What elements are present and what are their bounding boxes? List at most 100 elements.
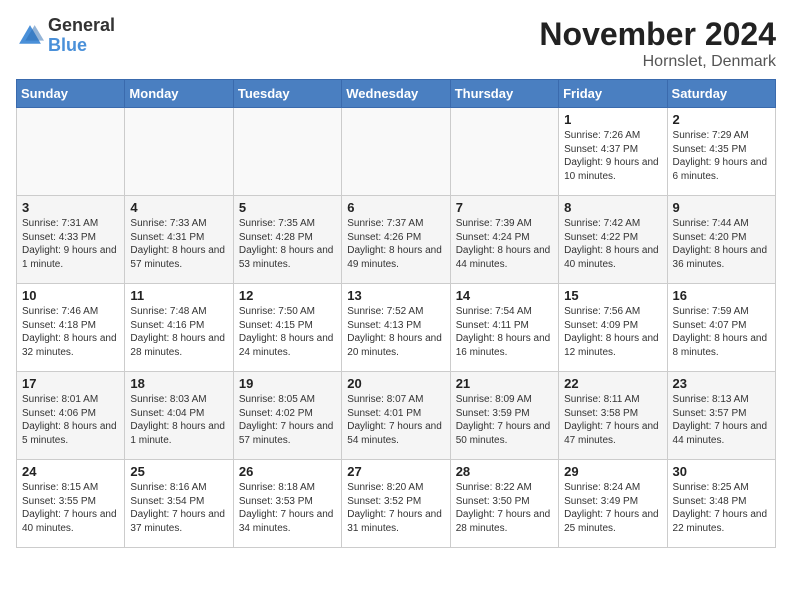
day-cell: 2Sunrise: 7:29 AM Sunset: 4:35 PM Daylig… (667, 108, 775, 196)
day-number: 21 (456, 376, 553, 391)
day-info: Sunrise: 8:25 AM Sunset: 3:48 PM Dayligh… (673, 481, 770, 535)
day-info: Sunrise: 7:35 AM Sunset: 4:28 PM Dayligh… (239, 217, 336, 271)
logo-text: General Blue (48, 16, 115, 56)
weekday-header-wednesday: Wednesday (342, 80, 450, 108)
day-number: 3 (22, 200, 119, 215)
day-number: 15 (564, 288, 661, 303)
day-number: 23 (673, 376, 770, 391)
day-cell: 28 Sunrise: 8:22 AM Sunset: 3:50 PM Dayli… (450, 460, 558, 548)
day-info: Sunrise: 7:56 AM Sunset: 4:09 PM Dayligh… (564, 305, 661, 359)
logo-icon (16, 22, 44, 50)
day-number: 9 (673, 200, 770, 215)
day-cell: 16 Sunrise: 7:59 AM Sunset: 4:07 PM Dayli… (667, 284, 775, 372)
day-info: Sunrise: 8:11 AM Sunset: 3:58 PM Dayligh… (564, 393, 661, 447)
day-info: Sunrise: 8:09 AM Sunset: 3:59 PM Dayligh… (456, 393, 553, 447)
day-number: 14 (456, 288, 553, 303)
day-cell: 26 Sunrise: 8:18 AM Sunset: 3:53 PM Dayli… (233, 460, 341, 548)
day-info: Sunrise: 8:15 AM Sunset: 3:55 PM Dayligh… (22, 481, 119, 535)
day-cell (342, 108, 450, 196)
day-cell: 11 Sunrise: 7:48 AM Sunset: 4:16 PM Dayli… (125, 284, 233, 372)
day-info: Sunrise: 8:05 AM Sunset: 4:02 PM Dayligh… (239, 393, 336, 447)
day-cell (125, 108, 233, 196)
day-number: 16 (673, 288, 770, 303)
day-cell (17, 108, 125, 196)
day-info: Sunrise: 7:39 AM Sunset: 4:24 PM Dayligh… (456, 217, 553, 271)
day-cell: 18 Sunrise: 8:03 AM Sunset: 4:04 PM Dayli… (125, 372, 233, 460)
day-cell: 1 Sunrise: 7:26 AM Sunset: 4:37 PM Daylig… (559, 108, 667, 196)
day-number: 7 (456, 200, 553, 215)
header-row: SundayMondayTuesdayWednesdayThursdayFrid… (17, 80, 776, 108)
day-info: Sunrise: 7:33 AM Sunset: 4:31 PM Dayligh… (130, 217, 227, 271)
day-cell: 17 Sunrise: 8:01 AM Sunset: 4:06 PM Dayli… (17, 372, 125, 460)
day-cell: 13Sunrise: 7:52 AM Sunset: 4:13 PM Dayli… (342, 284, 450, 372)
day-number: 19 (239, 376, 336, 391)
day-number: 8 (564, 200, 661, 215)
day-info: Sunrise: 8:16 AM Sunset: 3:54 PM Dayligh… (130, 481, 227, 535)
weekday-header-tuesday: Tuesday (233, 80, 341, 108)
day-cell: 4Sunrise: 7:33 AM Sunset: 4:31 PM Daylig… (125, 196, 233, 284)
day-number: 17 (22, 376, 119, 391)
day-number: 10 (22, 288, 119, 303)
location: Hornslet, Denmark (539, 53, 776, 71)
day-info: Sunrise: 7:52 AM Sunset: 4:13 PM Dayligh… (347, 305, 444, 359)
day-cell: 21 Sunrise: 8:09 AM Sunset: 3:59 PM Dayli… (450, 372, 558, 460)
day-info: Sunrise: 7:37 AM Sunset: 4:26 PM Dayligh… (347, 217, 444, 271)
day-cell: 12 Sunrise: 7:50 AM Sunset: 4:15 PM Dayli… (233, 284, 341, 372)
day-cell: 5 Sunrise: 7:35 AM Sunset: 4:28 PM Daylig… (233, 196, 341, 284)
weekday-header-sunday: Sunday (17, 80, 125, 108)
logo-blue: Blue (48, 35, 87, 55)
day-cell: 8 Sunrise: 7:42 AM Sunset: 4:22 PM Daylig… (559, 196, 667, 284)
day-number: 2 (673, 112, 770, 127)
day-number: 5 (239, 200, 336, 215)
week-row-1: 1 Sunrise: 7:26 AM Sunset: 4:37 PM Daylig… (17, 108, 776, 196)
day-info: Sunrise: 7:54 AM Sunset: 4:11 PM Dayligh… (456, 305, 553, 359)
day-info: Sunrise: 7:42 AM Sunset: 4:22 PM Dayligh… (564, 217, 661, 271)
day-cell: 7 Sunrise: 7:39 AM Sunset: 4:24 PM Daylig… (450, 196, 558, 284)
day-number: 6 (347, 200, 444, 215)
day-number: 26 (239, 464, 336, 479)
day-cell: 15 Sunrise: 7:56 AM Sunset: 4:09 PM Dayli… (559, 284, 667, 372)
day-info: Sunrise: 8:22 AM Sunset: 3:50 PM Dayligh… (456, 481, 553, 535)
day-number: 28 (456, 464, 553, 479)
day-info: Sunrise: 8:20 AM Sunset: 3:52 PM Dayligh… (347, 481, 444, 535)
weekday-header-saturday: Saturday (667, 80, 775, 108)
weekday-header-thursday: Thursday (450, 80, 558, 108)
day-cell: 20Sunrise: 8:07 AM Sunset: 4:01 PM Dayli… (342, 372, 450, 460)
title-section: November 2024 Hornslet, Denmark (539, 16, 776, 71)
day-cell (450, 108, 558, 196)
day-info: Sunrise: 7:31 AM Sunset: 4:33 PM Dayligh… (22, 217, 119, 271)
day-number: 12 (239, 288, 336, 303)
day-info: Sunrise: 7:26 AM Sunset: 4:37 PM Dayligh… (564, 129, 661, 183)
day-info: Sunrise: 7:59 AM Sunset: 4:07 PM Dayligh… (673, 305, 770, 359)
day-cell: 10 Sunrise: 7:46 AM Sunset: 4:18 PM Dayli… (17, 284, 125, 372)
day-cell (233, 108, 341, 196)
calendar-table: SundayMondayTuesdayWednesdayThursdayFrid… (16, 79, 776, 548)
day-number: 25 (130, 464, 227, 479)
day-info: Sunrise: 7:44 AM Sunset: 4:20 PM Dayligh… (673, 217, 770, 271)
day-cell: 24 Sunrise: 8:15 AM Sunset: 3:55 PM Dayli… (17, 460, 125, 548)
week-row-4: 17 Sunrise: 8:01 AM Sunset: 4:06 PM Dayli… (17, 372, 776, 460)
day-number: 22 (564, 376, 661, 391)
day-cell: 29Sunrise: 8:24 AM Sunset: 3:49 PM Dayli… (559, 460, 667, 548)
day-number: 18 (130, 376, 227, 391)
logo-general: General (48, 15, 115, 35)
day-info: Sunrise: 8:03 AM Sunset: 4:04 PM Dayligh… (130, 393, 227, 447)
day-number: 1 (564, 112, 661, 127)
day-number: 11 (130, 288, 227, 303)
day-cell: 22 Sunrise: 8:11 AM Sunset: 3:58 PM Dayli… (559, 372, 667, 460)
day-info: Sunrise: 7:50 AM Sunset: 4:15 PM Dayligh… (239, 305, 336, 359)
day-info: Sunrise: 7:46 AM Sunset: 4:18 PM Dayligh… (22, 305, 119, 359)
week-row-2: 3 Sunrise: 7:31 AM Sunset: 4:33 PM Daylig… (17, 196, 776, 284)
day-number: 27 (347, 464, 444, 479)
week-row-3: 10 Sunrise: 7:46 AM Sunset: 4:18 PM Dayli… (17, 284, 776, 372)
day-info: Sunrise: 7:48 AM Sunset: 4:16 PM Dayligh… (130, 305, 227, 359)
day-cell: 6 Sunrise: 7:37 AM Sunset: 4:26 PM Daylig… (342, 196, 450, 284)
day-cell: 25 Sunrise: 8:16 AM Sunset: 3:54 PM Dayli… (125, 460, 233, 548)
day-number: 24 (22, 464, 119, 479)
weekday-header-friday: Friday (559, 80, 667, 108)
day-info: Sunrise: 8:01 AM Sunset: 4:06 PM Dayligh… (22, 393, 119, 447)
page-header: General Blue November 2024 Hornslet, Den… (16, 16, 776, 71)
day-number: 20 (347, 376, 444, 391)
day-info: Sunrise: 8:18 AM Sunset: 3:53 PM Dayligh… (239, 481, 336, 535)
day-info: Sunrise: 8:13 AM Sunset: 3:57 PM Dayligh… (673, 393, 770, 447)
